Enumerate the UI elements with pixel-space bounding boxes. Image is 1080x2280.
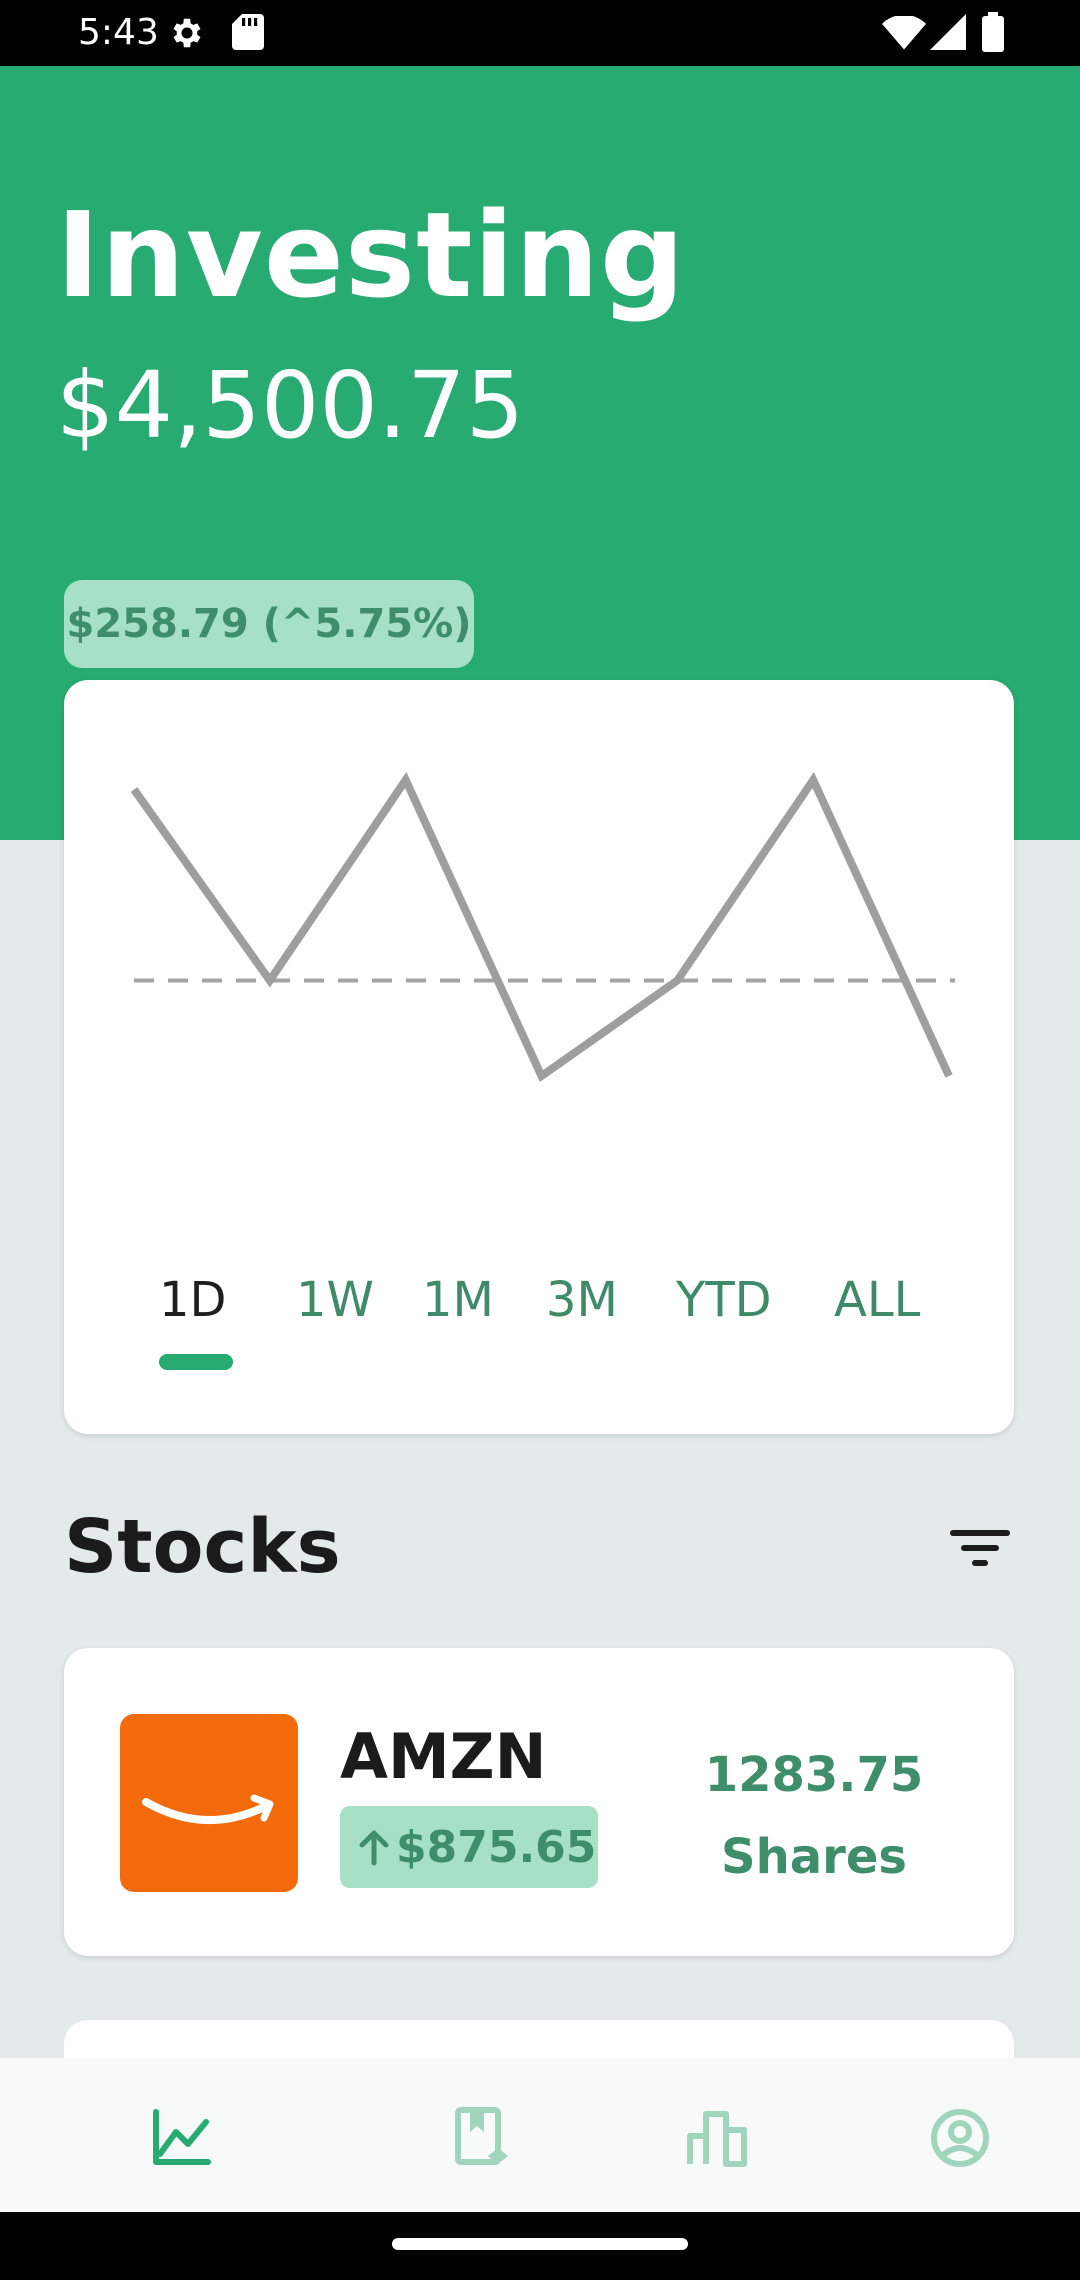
selected-range-indicator xyxy=(159,1354,233,1370)
time-range-tabs: 1D 1W 1M 3M YTD ALL xyxy=(64,1272,1014,1362)
signal-icon xyxy=(930,14,966,50)
stock-card-amzn[interactable]: AMZN $875.65 1283.75 Shares xyxy=(64,1648,1014,1956)
page-title: Investing xyxy=(56,186,686,324)
range-tab-ytd[interactable]: YTD xyxy=(676,1272,772,1328)
chart-series-line xyxy=(130,771,953,1083)
filter-icon[interactable] xyxy=(944,1516,1016,1576)
account-circle-icon[interactable] xyxy=(924,2102,996,2174)
portfolio-balance: $4,500.75 xyxy=(56,352,525,459)
portfolio-change-badge: $258.79 (^5.75%) xyxy=(64,580,474,668)
stock-shares-value: 1283.75 xyxy=(704,1747,924,1803)
stock-gain-value: $875.65 xyxy=(396,1821,597,1873)
amazon-smile-icon xyxy=(142,1794,274,1824)
stocks-section-title: Stocks xyxy=(64,1504,341,1590)
range-tab-1w[interactable]: 1W xyxy=(296,1272,374,1328)
stock-ticker: AMZN xyxy=(340,1720,547,1793)
wifi-icon xyxy=(882,16,926,50)
battery-icon xyxy=(982,12,1004,52)
bar-chart-icon[interactable] xyxy=(682,2102,754,2174)
settings-icon xyxy=(173,18,201,48)
status-time: 5:43 xyxy=(78,12,159,53)
chart-line-icon[interactable] xyxy=(144,2102,216,2174)
performance-chart xyxy=(130,771,955,1083)
range-tab-1d[interactable]: 1D xyxy=(159,1272,227,1328)
amazon-logo xyxy=(120,1714,298,1892)
arrow-up-icon xyxy=(359,1830,389,1866)
range-tab-all[interactable]: ALL xyxy=(834,1272,920,1328)
bottom-navigation xyxy=(0,2058,1080,2212)
range-tab-1m[interactable]: 1M xyxy=(422,1272,494,1328)
bookmark-stack-icon[interactable] xyxy=(444,2102,516,2174)
home-gesture-bar[interactable] xyxy=(392,2238,688,2250)
sd-card-icon xyxy=(232,14,264,50)
range-tab-3m[interactable]: 3M xyxy=(546,1272,618,1328)
status-bar: 5:43 xyxy=(0,0,1080,66)
stock-shares-label: Shares xyxy=(721,1829,907,1885)
stock-shares: 1283.75 Shares xyxy=(694,1734,934,1898)
stock-gain-badge: $875.65 xyxy=(340,1806,598,1888)
performance-chart-card: 1D 1W 1M 3M YTD ALL xyxy=(64,680,1014,1434)
